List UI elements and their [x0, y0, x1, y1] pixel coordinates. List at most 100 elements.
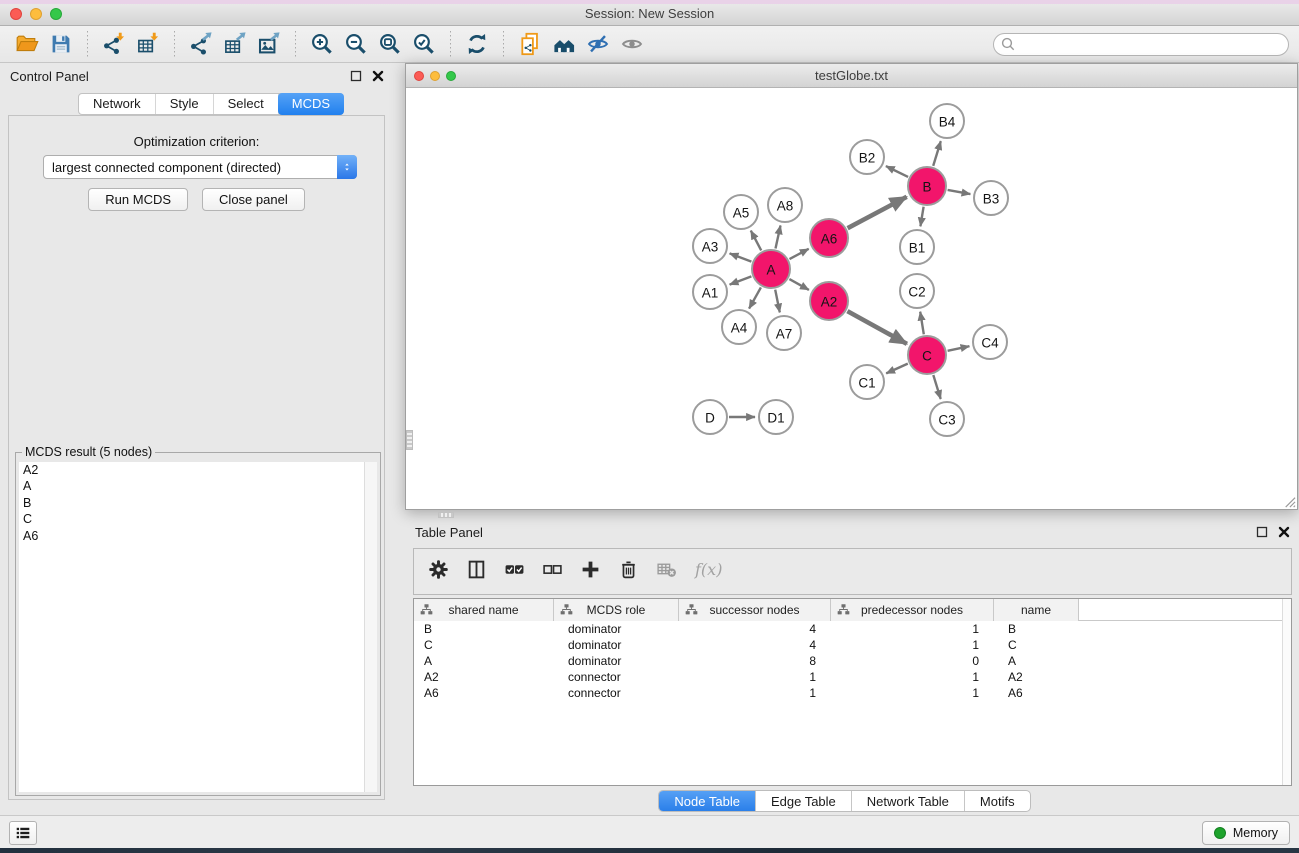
- tab-network-table[interactable]: Network Table: [852, 791, 965, 811]
- table-row[interactable]: A6connector11A6: [414, 685, 1291, 701]
- edge-A6-B[interactable]: [848, 197, 907, 228]
- graph-node-C1[interactable]: C1: [850, 365, 884, 399]
- apply-layout-button[interactable]: [460, 29, 494, 59]
- float-panel-icon[interactable]: [349, 69, 363, 83]
- table-cell[interactable]: C: [414, 637, 554, 653]
- column-header-shared-name[interactable]: shared name: [414, 599, 554, 621]
- table-cell[interactable]: 8: [679, 653, 831, 669]
- search-input[interactable]: [993, 33, 1289, 56]
- edge-A-A5[interactable]: [751, 231, 761, 251]
- graph-node-C3[interactable]: C3: [930, 402, 964, 436]
- table-row[interactable]: Adominator80A: [414, 653, 1291, 669]
- edge-B-B3[interactable]: [948, 190, 971, 194]
- graph-node-C4[interactable]: C4: [973, 325, 1007, 359]
- table-row[interactable]: Bdominator41B: [414, 621, 1291, 637]
- new-network-from-selection-button[interactable]: [513, 29, 547, 59]
- edge-A-A2[interactable]: [789, 279, 809, 290]
- table-cell[interactable]: B: [994, 621, 1079, 637]
- table-cell[interactable]: A6: [414, 685, 554, 701]
- edge-A-A6[interactable]: [790, 249, 809, 259]
- table-cell[interactable]: dominator: [554, 621, 679, 637]
- graph-node-A1[interactable]: A1: [693, 275, 727, 309]
- graph-node-A5[interactable]: A5: [724, 195, 758, 229]
- graph-node-B2[interactable]: B2: [850, 140, 884, 174]
- zoom-out-button[interactable]: [339, 29, 373, 59]
- select-all-columns-button[interactable]: [504, 559, 530, 585]
- show-graphics-details-button[interactable]: [615, 29, 649, 59]
- create-column-button[interactable]: [580, 559, 606, 585]
- graph-node-B1[interactable]: B1: [900, 230, 934, 264]
- graph-node-A3[interactable]: A3: [693, 229, 727, 263]
- import-network-button[interactable]: [97, 29, 131, 59]
- mcds-result-item[interactable]: A6: [19, 528, 377, 544]
- split-divider-grip[interactable]: [438, 512, 454, 518]
- table-cell[interactable]: connector: [554, 669, 679, 685]
- close-panel-icon[interactable]: [1277, 525, 1291, 539]
- edge-A-A3[interactable]: [730, 253, 752, 261]
- unselect-all-columns-button[interactable]: [542, 559, 568, 585]
- column-header-MCDS-role[interactable]: MCDS role: [554, 599, 679, 621]
- run-mcds-button[interactable]: Run MCDS: [88, 188, 188, 211]
- table-cell[interactable]: B: [414, 621, 554, 637]
- table-cell[interactable]: connector: [554, 685, 679, 701]
- edge-A2-C[interactable]: [847, 311, 907, 344]
- edge-C-C3[interactable]: [933, 375, 940, 399]
- export-network-button[interactable]: [184, 29, 218, 59]
- mcds-result-item[interactable]: A: [19, 478, 377, 494]
- edge-A-A1[interactable]: [730, 276, 752, 284]
- import-table-button[interactable]: [131, 29, 165, 59]
- table-cell[interactable]: 1: [831, 669, 994, 685]
- column-header-predecessor-nodes[interactable]: predecessor nodes: [831, 599, 994, 621]
- table-cell[interactable]: 1: [679, 669, 831, 685]
- table-cell[interactable]: dominator: [554, 653, 679, 669]
- table-cell[interactable]: A6: [994, 685, 1079, 701]
- edge-C-C1[interactable]: [886, 364, 908, 374]
- mcds-result-item[interactable]: A2: [19, 462, 377, 478]
- mcds-result-item[interactable]: C: [19, 511, 377, 527]
- save-session-button[interactable]: [44, 29, 78, 59]
- optimization-criterion-select[interactable]: largest connected component (directed): [43, 155, 357, 179]
- delete-columns-button[interactable]: [618, 559, 644, 585]
- graph-node-C[interactable]: C: [908, 336, 946, 374]
- table-cell[interactable]: A: [994, 653, 1079, 669]
- table-cell[interactable]: C: [994, 637, 1079, 653]
- graph-node-A[interactable]: A: [752, 250, 790, 288]
- table-cell[interactable]: 0: [831, 653, 994, 669]
- edge-C-C2[interactable]: [920, 312, 924, 335]
- edge-C-C4[interactable]: [948, 346, 970, 351]
- tab-style[interactable]: Style: [156, 94, 214, 114]
- hide-graphics-details-button[interactable]: [581, 29, 615, 59]
- graph-node-A4[interactable]: A4: [722, 310, 756, 344]
- window-resize-grip[interactable]: [1281, 493, 1296, 508]
- edge-B-B1[interactable]: [920, 207, 923, 227]
- table-cell[interactable]: 1: [831, 637, 994, 653]
- zoom-fit-button[interactable]: [373, 29, 407, 59]
- show-columns-button[interactable]: [466, 559, 492, 585]
- tab-edge-table[interactable]: Edge Table: [756, 791, 852, 811]
- close-panel-icon[interactable]: [371, 69, 385, 83]
- graph-node-C2[interactable]: C2: [900, 274, 934, 308]
- column-header-successor-nodes[interactable]: successor nodes: [679, 599, 831, 621]
- edge-A-A8[interactable]: [776, 226, 781, 249]
- graph-node-B[interactable]: B: [908, 167, 946, 205]
- edge-A-A7[interactable]: [775, 290, 780, 313]
- tab-node-table[interactable]: Node Table: [659, 791, 756, 811]
- tab-motifs[interactable]: Motifs: [965, 791, 1030, 811]
- tab-network[interactable]: Network: [79, 94, 156, 114]
- table-cell[interactable]: 1: [831, 685, 994, 701]
- graph-node-D1[interactable]: D1: [759, 400, 793, 434]
- table-cell[interactable]: dominator: [554, 637, 679, 653]
- first-neighbors-button[interactable]: [547, 29, 581, 59]
- table-row[interactable]: A2connector11A2: [414, 669, 1291, 685]
- graph-node-B4[interactable]: B4: [930, 104, 964, 138]
- edge-B-B4[interactable]: [933, 141, 941, 166]
- zoom-selected-button[interactable]: [407, 29, 441, 59]
- table-scrollbar[interactable]: [1282, 599, 1291, 785]
- graph-node-A7[interactable]: A7: [767, 316, 801, 350]
- zoom-in-button[interactable]: [305, 29, 339, 59]
- float-panel-icon[interactable]: [1255, 525, 1269, 539]
- column-header-name[interactable]: name: [994, 599, 1079, 621]
- graph-node-A8[interactable]: A8: [768, 188, 802, 222]
- table-settings-button[interactable]: [428, 559, 454, 585]
- table-cell[interactable]: 4: [679, 637, 831, 653]
